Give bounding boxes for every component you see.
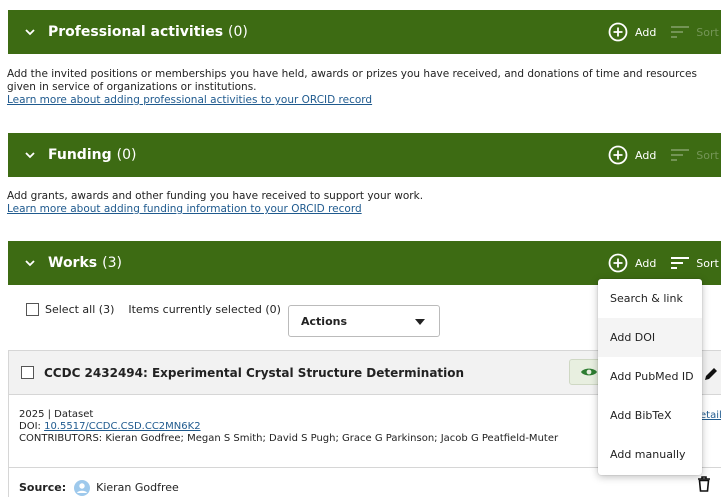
learn-more-link[interactable]: Learn more about adding professional act… bbox=[7, 94, 372, 106]
source-label: Source: bbox=[19, 481, 67, 494]
add-circle-icon[interactable] bbox=[608, 145, 628, 165]
menu-item-add-manually[interactable]: Add manually bbox=[598, 435, 702, 474]
description-text: Add grants, awards and other funding you… bbox=[7, 190, 424, 202]
funding-description: Add grants, awards and other funding you… bbox=[7, 190, 721, 216]
actions-dropdown[interactable]: Actions bbox=[288, 305, 440, 337]
doi-link[interactable]: 10.5517/CCDC.CSD.CC2MN6K2 bbox=[44, 421, 200, 432]
section-title: Funding bbox=[48, 147, 112, 163]
source-name: Kieran Godfree bbox=[96, 481, 179, 494]
section-count: (3) bbox=[102, 255, 122, 271]
select-all-label[interactable]: Select all (3) bbox=[45, 303, 114, 316]
sort-icon[interactable] bbox=[670, 256, 690, 270]
work-year-type: 2025 | Dataset bbox=[19, 409, 94, 420]
work-contributors: CONTRIBUTORS: Kieran Godfree; Megan S Sm… bbox=[19, 433, 559, 444]
chevron-down-icon[interactable] bbox=[24, 149, 36, 161]
edit-pencil-icon[interactable] bbox=[703, 366, 719, 382]
chevron-down-icon[interactable] bbox=[24, 26, 36, 38]
learn-more-link[interactable]: Learn more about adding funding informat… bbox=[7, 203, 362, 215]
caret-down-icon bbox=[415, 319, 425, 325]
doi-label: DOI: bbox=[19, 421, 45, 432]
funding-header[interactable]: Funding (0) Add Sort bbox=[8, 133, 721, 177]
menu-item-add-doi[interactable]: Add DOI bbox=[598, 318, 702, 357]
select-all-checkbox[interactable] bbox=[26, 303, 39, 316]
description-text: Add the invited positions or memberships… bbox=[7, 68, 697, 93]
professional-description: Add the invited positions or memberships… bbox=[7, 68, 721, 107]
menu-item-search-link[interactable]: Search & link bbox=[598, 279, 702, 318]
sort-icon bbox=[671, 26, 690, 38]
work-title[interactable]: CCDC 2432494: Experimental Crystal Struc… bbox=[44, 366, 464, 380]
add-button[interactable]: Add bbox=[635, 26, 656, 39]
work-doi-row: DOI: 10.5517/CCDC.CSD.CC2MN6K2 bbox=[19, 421, 558, 433]
menu-item-add-pubmed[interactable]: Add PubMed ID bbox=[598, 357, 702, 396]
add-button[interactable]: Add bbox=[635, 149, 656, 162]
section-title: Works bbox=[48, 255, 98, 271]
actions-label: Actions bbox=[301, 314, 347, 328]
professional-activities-header[interactable]: Professional activities (0) Add Sort bbox=[8, 10, 721, 54]
user-avatar-icon bbox=[74, 479, 91, 496]
items-selected-text: Items currently selected (0) bbox=[128, 303, 281, 316]
add-work-menu: Search & link Add DOI Add PubMed ID Add … bbox=[598, 279, 702, 475]
add-circle-icon[interactable] bbox=[608, 22, 628, 42]
sort-icon bbox=[671, 149, 690, 161]
add-circle-icon[interactable] bbox=[608, 253, 628, 273]
chevron-down-icon[interactable] bbox=[24, 257, 36, 269]
select-all-row: Select all (3) Items currently selected … bbox=[26, 303, 281, 316]
work-metadata: 2025 | Dataset DOI: 10.5517/CCDC.CSD.CC2… bbox=[19, 409, 558, 445]
work-checkbox[interactable] bbox=[21, 366, 34, 379]
section-title: Professional activities bbox=[48, 24, 224, 40]
section-count: (0) bbox=[228, 24, 248, 40]
eye-icon bbox=[581, 368, 597, 376]
sort-button[interactable]: Sort bbox=[696, 257, 719, 270]
add-button[interactable]: Add bbox=[635, 257, 656, 270]
section-count: (0) bbox=[116, 147, 137, 163]
trash-icon[interactable] bbox=[697, 476, 711, 492]
show-details-link[interactable]: etail bbox=[700, 410, 721, 421]
sort-button: Sort bbox=[696, 148, 719, 162]
menu-item-add-bibtex[interactable]: Add BibTeX bbox=[598, 396, 702, 435]
sort-button: Sort bbox=[696, 25, 719, 39]
